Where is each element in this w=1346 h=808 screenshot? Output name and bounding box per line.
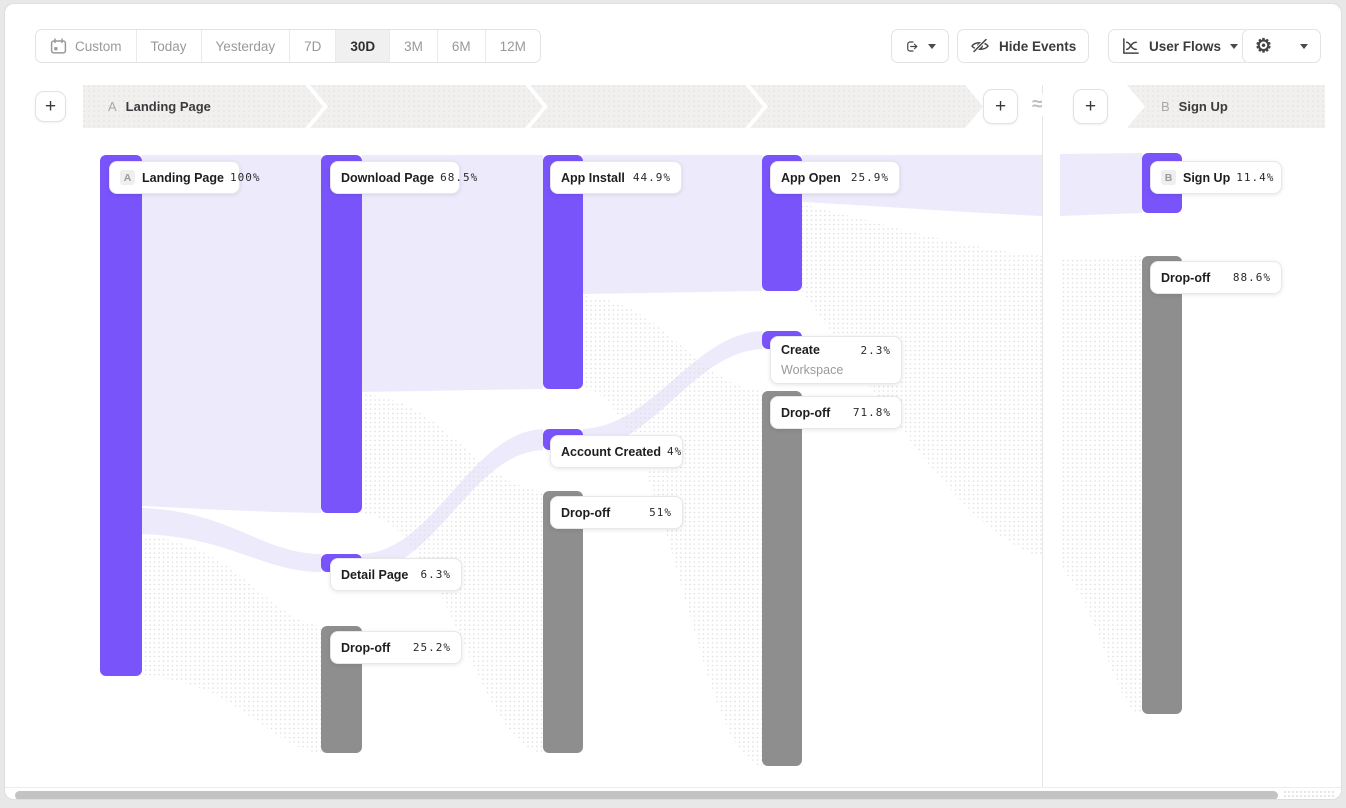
horizontal-scrollbar [5, 787, 1342, 800]
date-range-label: 30D [350, 39, 375, 54]
scrollbar-thumb[interactable] [15, 791, 1278, 800]
step-letter-badge: A [120, 170, 135, 185]
caret-down-icon [1300, 44, 1308, 49]
node-percentage: 25.9% [851, 171, 889, 184]
date-range-label: 6M [452, 39, 471, 54]
steps-row: A Landing Page B Sign Up + + + ≈ [5, 85, 1342, 128]
node-percentage: 11.4% [1236, 171, 1274, 184]
date-range-6m[interactable]: 6M [438, 30, 486, 62]
node-label-sign-up[interactable]: B Sign Up 11.4% [1150, 161, 1282, 194]
node-label-detail-page[interactable]: Detail Page 6.3% [330, 558, 462, 591]
node-name: Create [781, 343, 820, 357]
date-range-label: Today [151, 39, 187, 54]
caret-down-icon [928, 44, 936, 49]
node-percentage: 51% [649, 506, 672, 519]
node-label-drop-off-b[interactable]: Drop-off 88.6% [1150, 261, 1282, 294]
date-range-custom[interactable]: Custom [36, 30, 137, 62]
node-name: Drop-off [781, 406, 830, 420]
hide-events-button[interactable]: Hide Events [957, 29, 1089, 63]
export-button[interactable] [891, 29, 949, 63]
date-range-label: 3M [404, 39, 423, 54]
node-name: App Open [781, 171, 841, 185]
node-percentage: 44.9% [633, 171, 671, 184]
eye-off-icon [970, 37, 990, 55]
add-step-button-a-end[interactable]: + [983, 89, 1018, 124]
user-flows-label: User Flows [1149, 39, 1221, 54]
node-name: Detail Page [341, 568, 408, 582]
calendar-icon [50, 38, 67, 55]
flow-install-dropoff4 [583, 296, 762, 766]
step-a-title[interactable]: A Landing Page [108, 85, 211, 128]
date-range-yesterday[interactable]: Yesterday [202, 30, 291, 62]
node-percentage: 2.3% [861, 344, 892, 357]
hide-events-label: Hide Events [999, 39, 1076, 54]
node-percentage: 71.8% [853, 406, 891, 419]
date-range-today[interactable]: Today [137, 30, 202, 62]
node-label-drop-off-step4[interactable]: Drop-off 71.8% [770, 396, 902, 429]
add-step-button-left[interactable]: + [35, 91, 66, 122]
step-letter-badge: B [1161, 170, 1176, 185]
node-drop-off-step3[interactable] [543, 491, 583, 753]
add-step-button-b-start[interactable]: + [1073, 89, 1108, 124]
date-range-30d[interactable]: 30D [336, 30, 390, 62]
node-percentage: 68.5% [440, 171, 478, 184]
node-name: Drop-off [561, 506, 610, 520]
node-name-line2: Workspace [781, 363, 891, 377]
flow-landing-download [142, 155, 321, 513]
date-range-7d[interactable]: 7D [290, 30, 336, 62]
date-range-selector: Custom Today Yesterday 7D 30D 3M 6M 12M [35, 29, 541, 63]
settings-button[interactable]: ⚙ [1242, 29, 1321, 63]
step-band-a [83, 85, 985, 128]
caret-down-icon [1230, 44, 1238, 49]
node-label-drop-off-step2[interactable]: Drop-off 25.2% [330, 631, 462, 664]
toolbar: Custom Today Yesterday 7D 30D 3M 6M 12M Hide Ev… [5, 29, 1342, 63]
step-b-title[interactable]: B Sign Up [1161, 85, 1228, 128]
node-drop-off-b[interactable] [1142, 256, 1182, 714]
user-flows-chart: ALanding Page100%Download Page68.5%App I… [5, 129, 1342, 787]
date-range-label: 12M [500, 39, 526, 54]
node-label-app-install[interactable]: App Install 44.9% [550, 161, 682, 194]
date-range-label: Custom [75, 39, 122, 54]
date-range-label: Yesterday [216, 39, 276, 54]
node-name: Drop-off [341, 641, 390, 655]
node-name: Sign Up [1183, 171, 1230, 185]
node-name: Landing Page [142, 171, 224, 185]
node-name: App Install [561, 171, 625, 185]
gear-icon: ⚙ [1255, 37, 1272, 56]
approx-separator-icon: ≈ [1029, 94, 1045, 116]
node-percentage: 6.3% [421, 568, 452, 581]
step-a-name: Landing Page [126, 99, 211, 114]
node-percentage: 88.6% [1233, 271, 1271, 284]
scrollbar-overflow-texture [1283, 790, 1335, 800]
node-drop-off-step4[interactable] [762, 391, 802, 766]
node-label-drop-off-step3[interactable]: Drop-off 51% [550, 496, 683, 529]
node-percentage: 100% [230, 171, 261, 184]
flows-chart-icon [1121, 37, 1140, 56]
step-b-letter: B [1161, 99, 1170, 114]
node-name: Account Created [561, 445, 661, 459]
node-label-landing-page[interactable]: ALanding Page100% [109, 161, 240, 194]
flow-separator-to-signup [1060, 153, 1142, 216]
report-card: Custom Today Yesterday 7D 30D 3M 6M 12M Hide Ev… [4, 3, 1342, 800]
step-a-letter: A [108, 99, 117, 114]
user-flows-button[interactable]: User Flows [1108, 29, 1251, 63]
export-icon [904, 37, 919, 56]
step-b-name: Sign Up [1179, 99, 1228, 114]
date-range-3m[interactable]: 3M [390, 30, 438, 62]
node-name: Drop-off [1161, 271, 1210, 285]
node-landing-page[interactable] [100, 155, 142, 676]
node-percentage: 25.2% [413, 641, 451, 654]
date-range-label: 7D [304, 39, 321, 54]
node-name: Download Page [341, 171, 434, 185]
node-label-app-open[interactable]: App Open 25.9% [770, 161, 900, 194]
node-label-account-created[interactable]: Account Created 4% [550, 435, 683, 468]
node-percentage: 4% [667, 445, 682, 458]
date-range-12m[interactable]: 12M [486, 30, 540, 62]
node-label-download-page[interactable]: Download Page68.5% [330, 161, 460, 194]
flow-separator-dropoffb [1060, 256, 1142, 714]
node-download-page[interactable] [321, 155, 362, 513]
node-label-create-workspace[interactable]: Create 2.3% Workspace [770, 336, 902, 384]
